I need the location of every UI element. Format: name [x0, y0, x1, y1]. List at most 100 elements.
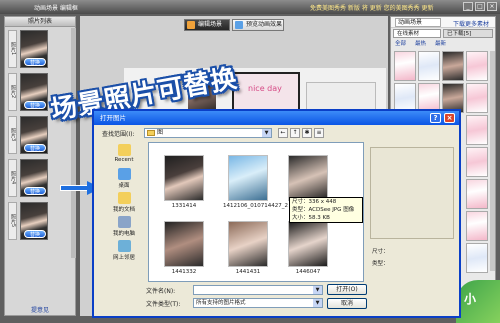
material-thumbnail[interactable] — [466, 83, 488, 113]
computer-icon — [117, 216, 131, 228]
arrow-shaft — [60, 185, 88, 191]
desktop-icon — [117, 168, 131, 180]
material-thumbnail[interactable] — [466, 211, 488, 241]
photo-slot-5[interactable]: 照片5 替换 — [8, 202, 70, 240]
replace-button[interactable]: 替换 — [24, 187, 46, 195]
filter-new[interactable]: 最新 — [435, 39, 446, 47]
documents-icon — [117, 192, 131, 204]
dialog-title: 打开图片 — [100, 114, 126, 122]
tab-edit-scene[interactable]: 编辑场景 — [184, 19, 230, 31]
edit-scene-icon — [187, 21, 195, 29]
download-more-link[interactable]: 下载更多素材 — [453, 19, 489, 28]
dialog-titlebar: 打开图片 — [94, 111, 459, 125]
new-folder-icon[interactable]: ✱ — [302, 128, 312, 138]
help-button[interactable]: ? — [430, 113, 441, 123]
look-in-value: 图 — [157, 129, 164, 136]
file-thumbnail — [164, 221, 204, 267]
chevron-down-icon[interactable]: ▼ — [313, 299, 322, 307]
filename-input[interactable]: ▼ — [193, 285, 323, 295]
tab-preview-animation[interactable]: 预览动画效果 — [232, 19, 284, 31]
filetype-select[interactable]: 所有支持的图片格式 ▼ — [193, 298, 323, 308]
material-thumbnail[interactable] — [466, 51, 488, 81]
file-item[interactable]: 1441431 — [223, 221, 273, 275]
material-scrollbar[interactable] — [490, 51, 495, 271]
place-my-documents[interactable]: 我的文档 — [102, 192, 146, 213]
place-label: 桌面 — [118, 183, 130, 189]
feedback-link[interactable]: 提意见 — [31, 305, 49, 314]
place-my-computer[interactable]: 我的电脑 — [102, 216, 146, 237]
file-thumbnail — [228, 221, 268, 267]
material-thumbnail[interactable] — [466, 179, 488, 209]
maximize-button[interactable]: □ — [475, 2, 485, 11]
place-desktop[interactable]: 桌面 — [102, 168, 146, 189]
file-name: 1331414 — [171, 203, 197, 209]
replace-button[interactable]: 替换 — [24, 101, 46, 109]
tab-online-material[interactable]: 在线素材 — [393, 29, 441, 38]
material-thumbnail[interactable] — [394, 51, 416, 81]
file-name: 1441431 — [235, 269, 261, 275]
chevron-down-icon[interactable]: ▼ — [262, 129, 271, 137]
place-label: 我的电脑 — [112, 231, 135, 237]
photo-slot-label: 照片3 — [8, 116, 17, 154]
material-thumbnail[interactable] — [466, 243, 488, 273]
photo-slot-label: 照片4 — [8, 159, 17, 197]
place-network[interactable]: 网上邻居 — [102, 240, 146, 261]
app-titlebar: 动画场景 编辑框 免费美图秀秀 新版 将 更新 您的美图秀秀 更新 _ □ × — [0, 0, 500, 14]
close-button[interactable]: × — [487, 2, 497, 11]
material-header: 动画场景 下载更多素材 — [391, 17, 495, 28]
corner-badge-text: 小 — [464, 292, 477, 306]
tab-label: 预览动画效果 — [246, 21, 283, 28]
tooltip-filesize: 大小：58.3 KB — [292, 215, 330, 221]
file-item[interactable]: 1412106_010714427_2 — [223, 155, 288, 209]
preview-icon — [235, 21, 243, 29]
place-recent[interactable]: Recent — [102, 144, 146, 163]
filetype-label: 文件类型(T): — [146, 301, 181, 308]
replace-button[interactable]: 替换 — [24, 230, 46, 238]
cancel-button[interactable]: 取消 — [327, 298, 367, 309]
replace-button[interactable]: 替换 — [24, 144, 46, 152]
material-thumbnail[interactable] — [466, 115, 488, 145]
file-thumbnail — [288, 221, 328, 267]
filter-all[interactable]: 全部 — [395, 39, 406, 47]
dialog-close-button[interactable]: × — [444, 113, 455, 123]
network-icon — [117, 240, 131, 252]
callout-banner: 场景照片可替换 — [49, 58, 270, 126]
photo-slot-label: 照片5 — [8, 202, 17, 240]
file-item[interactable]: 1441332 — [159, 221, 209, 275]
open-button[interactable]: 打开(O) — [327, 284, 367, 295]
back-icon[interactable]: ← — [278, 128, 288, 138]
image-preview — [370, 147, 454, 239]
place-label: 我的文档 — [112, 207, 135, 213]
material-thumbnail[interactable] — [466, 147, 488, 177]
filetype-value: 所有支持的图片格式 — [196, 300, 246, 306]
material-tabs: 在线素材 已下载[5] — [391, 28, 495, 38]
material-thumbnail[interactable] — [442, 51, 464, 81]
file-thumbnail — [228, 155, 268, 201]
file-item[interactable]: 1331414 — [159, 155, 209, 209]
view-menu-icon[interactable]: ≡ — [314, 128, 324, 138]
tooltip-type: 类型：ACDSee JPG 图像 — [292, 207, 355, 213]
filter-hot[interactable]: 最热 — [415, 39, 426, 47]
preview-type-label: 类型： — [372, 261, 389, 267]
chevron-down-icon[interactable]: ▼ — [313, 286, 322, 294]
material-thumbnail[interactable] — [418, 51, 440, 81]
tooltip-size: 尺寸：336 x 448 — [292, 199, 337, 205]
place-label: Recent — [114, 157, 134, 163]
up-folder-icon[interactable]: ↑ — [290, 128, 300, 138]
look-in-label: 查找范围(I): — [102, 131, 135, 138]
look-in-combo[interactable]: 图 ▼ — [144, 128, 272, 138]
file-info-tooltip: 尺寸：336 x 448 类型：ACDSee JPG 图像 大小：58.3 KB — [289, 197, 363, 223]
material-category-dropdown[interactable]: 动画场景 — [395, 18, 441, 27]
material-filter: 全部 最热 最新 — [391, 38, 495, 48]
open-image-dialog: 打开图片 ? × 查找范围(I): 图 ▼ ← ↑ ✱ ≡ Recent 桌面 … — [92, 109, 461, 318]
filename-label: 文件名(N): — [146, 288, 176, 295]
update-notice[interactable]: 免费美图秀秀 新版 将 更新 您的美图秀秀 更新 — [310, 3, 434, 12]
replace-button[interactable]: 替换 — [24, 58, 46, 66]
folder-icon — [147, 130, 155, 136]
tab-downloaded[interactable]: 已下载[5] — [443, 29, 493, 38]
photo-slot-label: 照片2 — [8, 73, 17, 111]
corner-badge: 小 — [456, 280, 500, 323]
file-item[interactable] — [283, 155, 333, 203]
file-item[interactable]: 1446047 — [283, 221, 333, 275]
minimize-button[interactable]: _ — [463, 2, 473, 11]
